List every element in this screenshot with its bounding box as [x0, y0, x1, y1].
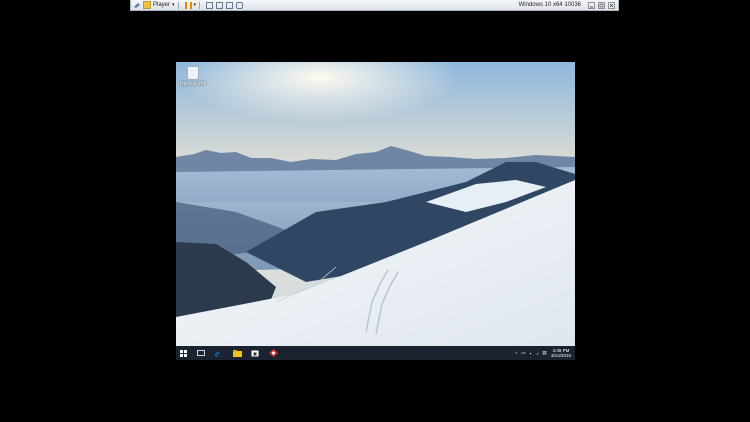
taskbar-store[interactable]: [248, 346, 262, 360]
start-button[interactable]: [176, 346, 190, 360]
player-menu-icon: [143, 1, 151, 9]
chevron-down-icon[interactable]: ▾: [194, 2, 197, 8]
taskbar: e ^ ▭ ▪ ♪ ▤ 4:36 PM 3/14/2015: [176, 346, 575, 360]
recycle-bin-icon: [187, 66, 199, 80]
task-view-button[interactable]: [194, 346, 208, 360]
network-icon[interactable]: ▪: [527, 346, 534, 360]
close-icon[interactable]: [608, 1, 615, 9]
desktop-icon-label: Recycle Bin: [180, 81, 207, 87]
store-icon: [251, 350, 259, 357]
vm-screen[interactable]: Recycle Bin Windows 10 Pro Technical Pre…: [176, 62, 575, 360]
pause-icon[interactable]: [184, 1, 192, 9]
removable-devices-icon[interactable]: [236, 1, 244, 9]
svg-text:e: e: [215, 349, 220, 358]
action-center-icon[interactable]: ▭: [520, 346, 527, 360]
taskbar-internet-explorer[interactable]: e: [212, 346, 226, 360]
player-menu-label: Player: [153, 2, 171, 8]
clock-date: 3/14/2015: [550, 353, 571, 358]
taskbar-pinned-app[interactable]: [266, 346, 280, 360]
toolbar-divider: [177, 1, 179, 9]
chevron-down-icon: ▾: [172, 2, 175, 8]
system-tray: ^ ▭ ▪ ♪ ▤ 4:36 PM 3/14/2015: [513, 346, 575, 360]
volume-icon[interactable]: ♪: [534, 346, 541, 360]
fullscreen-icon[interactable]: [226, 1, 234, 9]
restore-icon[interactable]: [598, 1, 605, 9]
player-menu-button[interactable]: Player ▾: [143, 1, 175, 10]
task-view-icon: [197, 350, 205, 356]
minimize-icon[interactable]: [588, 1, 595, 9]
send-ctrl-alt-del-icon[interactable]: [206, 1, 214, 9]
taskbar-clock[interactable]: 4:36 PM 3/14/2015: [551, 348, 571, 359]
internet-explorer-icon: e: [215, 349, 220, 358]
file-explorer-icon: [232, 349, 242, 357]
pinned-app-icon: [268, 349, 278, 357]
show-hidden-icons-icon[interactable]: ^: [513, 346, 520, 360]
desktop-wallpaper: [176, 62, 575, 346]
start-icon: [179, 349, 187, 357]
taskbar-file-explorer[interactable]: [230, 346, 244, 360]
toolbar-divider: [199, 1, 201, 9]
vm-name: Windows 10 x64 10036: [518, 2, 581, 8]
unity-icon[interactable]: [133, 1, 141, 10]
desktop-icon-recycle-bin[interactable]: Recycle Bin: [180, 66, 206, 87]
vmware-toolbar: Player ▾ ▾ Windows 10 x64 10036: [130, 0, 619, 11]
notifications-icon[interactable]: ▤: [541, 346, 548, 360]
fit-window-icon[interactable]: [216, 1, 224, 9]
